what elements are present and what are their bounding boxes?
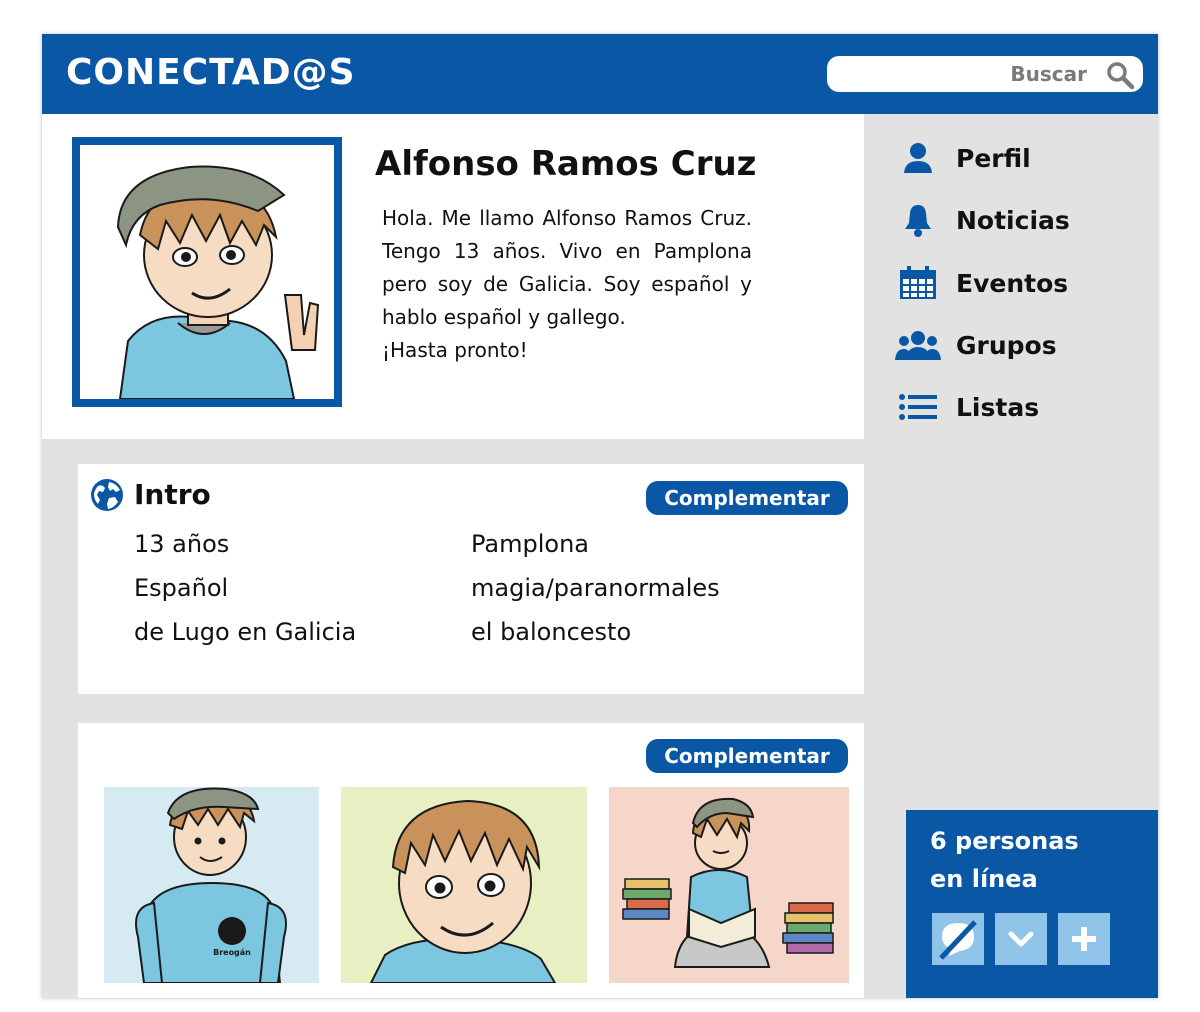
photo-thumbnail[interactable]: Breogán bbox=[104, 787, 319, 983]
sidebar-item-grupos[interactable]: Grupos bbox=[894, 325, 1134, 365]
intro-age: 13 años bbox=[134, 530, 230, 558]
search-icon[interactable] bbox=[1105, 60, 1135, 90]
intro-nationality: Español bbox=[134, 574, 229, 602]
top-bar: CONECTAD@S bbox=[42, 34, 1158, 114]
intro-sport: el baloncesto bbox=[471, 618, 632, 646]
globe-icon bbox=[91, 479, 123, 511]
chat-off-button[interactable] bbox=[932, 913, 984, 965]
boy-hoodie-illustration: Breogán bbox=[135, 787, 287, 983]
chevron-down-icon bbox=[1008, 931, 1034, 947]
plus-icon bbox=[1072, 927, 1096, 951]
complementar-photos-button[interactable]: Complementar bbox=[646, 739, 848, 773]
sidebar-item-label: Perfil bbox=[956, 143, 1031, 173]
bell-icon bbox=[894, 202, 942, 238]
online-count-line: 6 personas bbox=[930, 827, 1079, 855]
bio-signoff: ¡Hasta pronto! bbox=[382, 338, 528, 362]
sidebar-item-perfil[interactable]: Perfil bbox=[894, 138, 1134, 178]
bio-paragraph: Hola. Me llamo Alfonso Ramos Cruz. Tengo… bbox=[382, 206, 752, 329]
app-window: CONECTAD@S Buscar Alfonso Ramos Cruz Hol… bbox=[42, 34, 1158, 998]
profile-bio: Hola. Me llamo Alfonso Ramos Cruz. Tengo… bbox=[382, 202, 752, 367]
intro-card: Intro Complementar 13 años Español de Lu… bbox=[78, 464, 864, 694]
sidebar-item-noticias[interactable]: Noticias bbox=[894, 200, 1134, 240]
profile-avatar[interactable] bbox=[72, 137, 342, 407]
hoodie-logo-text: Breogán bbox=[213, 948, 251, 957]
sidebar-item-label: Noticias bbox=[956, 205, 1070, 235]
photo-thumbnail[interactable] bbox=[609, 787, 849, 983]
complementar-intro-button[interactable]: Complementar bbox=[646, 481, 848, 515]
intro-origin: de Lugo en Galicia bbox=[134, 618, 357, 646]
intro-city: Pamplona bbox=[471, 530, 589, 558]
boy-closeup-illustration bbox=[369, 799, 557, 983]
photos-card: Complementar Breogán bbox=[78, 723, 864, 998]
list-icon bbox=[894, 389, 942, 425]
online-panel: 6 personas en línea bbox=[906, 810, 1158, 998]
sidebar-item-label: Eventos bbox=[956, 268, 1069, 298]
sidebar-item-label: Grupos bbox=[956, 330, 1057, 360]
photo-thumbnail[interactable] bbox=[341, 787, 587, 983]
profile-card: Alfonso Ramos Cruz Hola. Me llamo Alfons… bbox=[42, 114, 864, 439]
search-box[interactable] bbox=[827, 56, 1143, 92]
app-logo[interactable]: CONECTAD@S bbox=[66, 52, 356, 93]
sidebar-item-listas[interactable]: Listas bbox=[894, 387, 1134, 427]
sidebar-item-eventos[interactable]: Eventos bbox=[894, 263, 1134, 303]
calendar-icon bbox=[894, 265, 942, 301]
boy-reading-illustration bbox=[622, 797, 834, 968]
group-icon bbox=[894, 327, 942, 363]
intro-title: Intro bbox=[134, 478, 211, 511]
online-count: 6 personas en línea bbox=[930, 822, 1150, 898]
chat-off-icon bbox=[939, 920, 977, 960]
add-button[interactable] bbox=[1058, 913, 1110, 965]
boy-avatar-illustration bbox=[80, 145, 334, 399]
online-status-line: en línea bbox=[930, 865, 1038, 893]
expand-button[interactable] bbox=[995, 913, 1047, 965]
sidebar-item-label: Listas bbox=[956, 392, 1040, 422]
user-icon bbox=[894, 140, 942, 176]
intro-hobby: magia/paranormales bbox=[471, 574, 720, 602]
profile-name: Alfonso Ramos Cruz bbox=[375, 144, 757, 184]
search-input[interactable] bbox=[837, 61, 1087, 87]
